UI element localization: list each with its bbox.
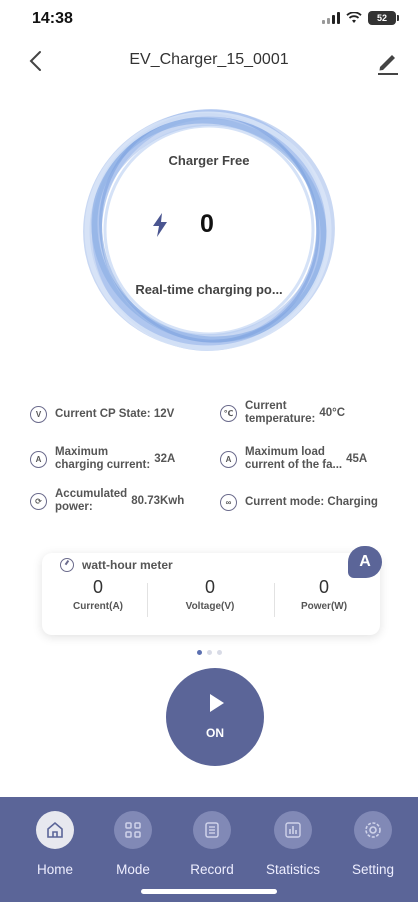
max-load-icon: A <box>220 450 237 468</box>
grid-icon <box>114 811 152 849</box>
info-label: Accumulated power: <box>55 488 128 513</box>
charger-status: Charger Free <box>168 153 250 168</box>
bottom-tab-bar: Home Mode Record Statistics Setting <box>0 797 418 902</box>
play-icon <box>210 694 224 712</box>
start-charging-button[interactable]: ON <box>166 668 264 766</box>
power-readout: 0 <box>150 210 214 239</box>
record-icon <box>193 811 231 849</box>
cp-state-icon: V <box>30 406 47 423</box>
home-icon <box>36 811 74 849</box>
meter-power: 0 Power(W) <box>268 577 380 612</box>
tab-label: Setting <box>351 862 395 877</box>
meter-icon <box>60 558 74 572</box>
power-value: 0 <box>200 210 214 238</box>
info-max-load: A Maximum load current of the fa... 45A <box>220 446 367 472</box>
gear-icon <box>354 811 392 849</box>
info-label: Maximum load current of the fa... <box>245 446 343 471</box>
wifi-icon <box>346 12 362 23</box>
info-temperature: ℃ Current temperature: 40°C <box>220 400 345 426</box>
meter-voltage: 0 Voltage(V) <box>154 577 266 612</box>
info-value: 40°C <box>319 407 346 419</box>
on-label: ON <box>206 726 224 740</box>
tab-label: Home <box>36 862 73 877</box>
status-icons: 52 <box>322 11 399 25</box>
home-indicator <box>141 889 277 894</box>
power-caption: Real-time charging po... <box>135 282 283 297</box>
meter-title: watt-hour meter <box>60 558 173 572</box>
pencil-icon[interactable] <box>372 46 402 76</box>
tab-mode[interactable]: Mode <box>93 811 173 877</box>
page-dot[interactable] <box>216 650 222 655</box>
info-value: 45A <box>346 453 368 465</box>
info-max-current: A Maximum charging current: 32A <box>30 446 175 472</box>
tab-setting[interactable]: Setting <box>333 811 413 877</box>
page-title: EV_Charger_15_0001 <box>129 51 289 68</box>
tab-home[interactable]: Home <box>15 811 95 877</box>
tab-label: Statistics <box>265 862 320 877</box>
battery-icon: 52 <box>368 11 399 25</box>
info-label: Current CP State: 12V <box>55 408 175 420</box>
info-label: Current mode: Charging <box>245 496 378 508</box>
tab-label: Mode <box>116 862 150 877</box>
meter-label: Power(W) <box>300 601 348 612</box>
info-cp-state: V Current CP State: 12V <box>30 406 174 423</box>
tab-label: Record <box>190 862 234 877</box>
phase-badge[interactable]: A <box>348 546 382 578</box>
watt-hour-meter-card[interactable]: watt-hour meter A 0 Current(A) 0 Voltage… <box>42 546 382 635</box>
status-bar: 14:38 52 <box>0 0 418 40</box>
meter-label: Voltage(V) <box>185 601 235 612</box>
signal-icon <box>322 12 340 24</box>
meter-label: Current(A) <box>73 601 123 612</box>
tab-statistics[interactable]: Statistics <box>253 811 333 877</box>
mode-icon: ∞ <box>220 494 237 511</box>
bar-chart-icon <box>274 811 312 849</box>
info-label: Current temperature: <box>245 400 316 425</box>
tab-record[interactable]: Record <box>172 811 252 877</box>
info-label: Maximum charging current: <box>55 446 151 471</box>
meter-current: 0 Current(A) <box>42 577 154 612</box>
status-time: 14:38 <box>32 10 73 27</box>
header: EV_Charger_15_0001 <box>0 40 418 82</box>
page-indicator <box>0 650 418 655</box>
accumulated-power-icon: ⟳ <box>30 492 47 510</box>
lightning-icon <box>153 212 167 237</box>
thermometer-icon: ℃ <box>220 404 237 422</box>
divider <box>147 583 148 617</box>
info-accumulated-power: ⟳ Accumulated power: 80.73Kwh <box>30 488 184 514</box>
page-dot[interactable] <box>196 650 202 655</box>
meter-value: 0 <box>92 577 103 597</box>
max-current-icon: A <box>30 450 47 468</box>
info-value: 80.73Kwh <box>131 495 185 507</box>
page-dot[interactable] <box>206 650 212 655</box>
info-value: 32A <box>154 453 176 465</box>
meter-value: 0 <box>204 577 215 597</box>
meter-value: 0 <box>318 577 329 597</box>
info-current-mode: ∞ Current mode: Charging <box>220 494 378 511</box>
